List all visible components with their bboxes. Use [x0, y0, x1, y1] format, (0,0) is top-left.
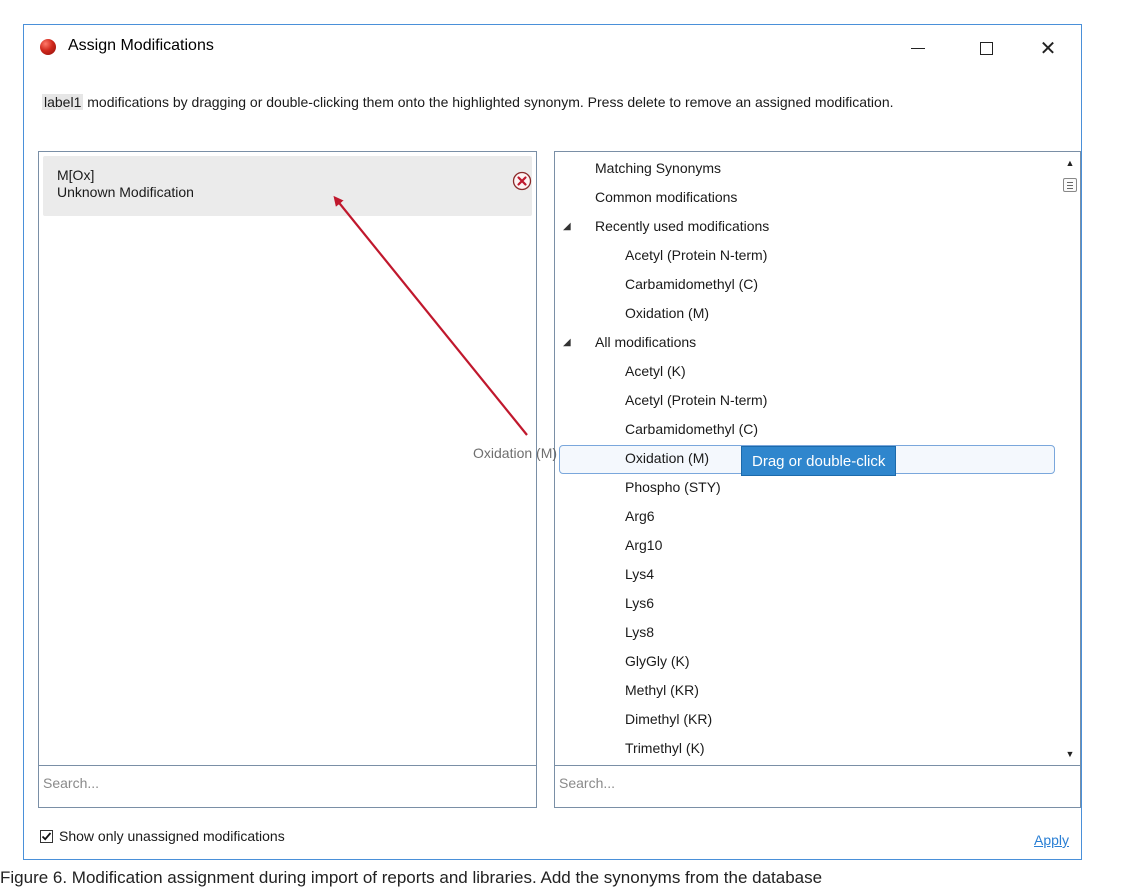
scroll-down-arrow-icon[interactable]: ▼: [1060, 745, 1080, 763]
tree-item[interactable]: Lys6: [625, 589, 654, 618]
tree-item-label: Acetyl (Protein N-term): [625, 392, 768, 408]
tree-item[interactable]: Trimethyl (K): [625, 734, 705, 763]
tree-item-label: Lys8: [625, 624, 655, 640]
expander-triangle-icon[interactable]: ◢: [563, 328, 571, 357]
tree-item[interactable]: ◢ Recently used modifications: [563, 212, 770, 241]
modification-description: Unknown Modification: [57, 184, 194, 200]
tree-item[interactable]: Arg6: [625, 502, 655, 531]
tree-item-label: Trimethyl (K): [625, 740, 705, 756]
tree-item-label: Arg10: [625, 537, 663, 553]
tree-item[interactable]: Dimethyl (KR): [625, 705, 712, 734]
thumb-grip-line: [1067, 185, 1073, 186]
tree-item-label: Matching Synonyms: [595, 160, 722, 176]
maximize-button[interactable]: [962, 25, 1010, 71]
scroll-up-arrow-icon[interactable]: ▲: [1060, 154, 1080, 172]
expander-triangle-icon[interactable]: ◢: [563, 212, 571, 241]
tree-scrollbar[interactable]: ▲ ▼: [1060, 152, 1080, 765]
tree-item[interactable]: Phospho (STY): [625, 473, 721, 502]
modification-name: M[Ox]: [57, 167, 95, 183]
modification-tree-panel: Matching Synonyms Common modifications ◢ Re…: [554, 151, 1081, 808]
close-button[interactable]: ✕: [1024, 25, 1072, 71]
tree-item-label: Carbamidomethyl (C): [625, 276, 759, 292]
tree-item-label: Methyl (KR): [625, 682, 699, 698]
unassigned-modifications-panel: M[Ox] Unknown Modification Search...: [38, 151, 537, 808]
window-title: Assign Modifications: [68, 37, 214, 54]
title-bar: Assign Modifications ✕: [24, 25, 1081, 71]
tree-item[interactable]: Matching Synonyms: [595, 154, 721, 183]
tree-item-label: Arg6: [625, 508, 655, 524]
tree-item[interactable]: Carbamidomethyl (C): [625, 415, 758, 444]
app-record-icon: [40, 39, 56, 55]
tree-item-label: Lys4: [625, 566, 655, 582]
tree-item[interactable]: Acetyl (Protein N-term): [625, 386, 767, 415]
tree-item-label: Recently used modifications: [595, 218, 770, 234]
assign-modifications-window: Assign Modifications ✕ label1 modificati…: [23, 24, 1082, 860]
show-unassigned-option[interactable]: Show only unassigned modifications: [40, 828, 285, 844]
instruction-body: modifications by dragging or double-clic…: [83, 94, 894, 110]
maximize-icon: [979, 41, 993, 55]
modification-card[interactable]: M[Ox] Unknown Modification: [43, 156, 532, 216]
right-search-input[interactable]: Search...: [555, 765, 1080, 807]
instruction-text: label1 modifications by dragging or doub…: [42, 94, 1052, 110]
tree-item-label: Dimethyl (KR): [625, 711, 713, 727]
close-icon: ✕: [1039, 37, 1057, 60]
tree-item-label: All modifications: [595, 334, 697, 350]
instruction-label-chip: label1: [42, 94, 84, 110]
minimize-button[interactable]: [894, 25, 942, 71]
minimize-icon: [911, 47, 925, 49]
tree-item[interactable]: Acetyl (Protein N-term): [625, 241, 767, 270]
tree-item-label: GlyGly (K): [625, 653, 690, 669]
tree-item[interactable]: Lys8: [625, 618, 654, 647]
tree-item[interactable]: Acetyl (K): [625, 357, 686, 386]
tree-item-label: Oxidation (M): [625, 450, 710, 466]
show-unassigned-label: Show only unassigned modifications: [59, 828, 285, 844]
tree-item[interactable]: Methyl (KR): [625, 676, 699, 705]
tree-item-label: Oxidation (M): [625, 305, 710, 321]
tree-item[interactable]: Carbamidomethyl (C): [625, 270, 758, 299]
tree-item[interactable]: Lys4: [625, 560, 654, 589]
drag-ghost-label: Oxidation (M): [473, 445, 558, 461]
thumb-grip-line: [1067, 182, 1073, 183]
tree-item-label: Lys6: [625, 595, 655, 611]
figure-caption: Figure 6. Modification assignment during…: [0, 868, 823, 887]
tree-item[interactable]: Arg10: [625, 531, 662, 560]
checkmark-icon: [41, 831, 52, 841]
tree-item-label: Acetyl (K): [625, 363, 686, 379]
remove-circle-x-icon[interactable]: [511, 170, 533, 192]
tree-item-label: Carbamidomethyl (C): [625, 421, 759, 437]
tree-item[interactable]: GlyGly (K): [625, 647, 690, 676]
left-search-input[interactable]: Search...: [39, 765, 536, 807]
tree-item-label: Phospho (STY): [625, 479, 721, 495]
tree-item-label: Acetyl (Protein N-term): [625, 247, 768, 263]
tree-item[interactable]: Oxidation (M): [625, 444, 709, 473]
tree-item[interactable]: Oxidation (M): [625, 299, 709, 328]
tree-item[interactable]: ◢ All modifications: [563, 328, 697, 357]
apply-link[interactable]: Apply: [1034, 832, 1069, 848]
scroll-thumb[interactable]: [1063, 178, 1077, 192]
tree-item[interactable]: Common modifications: [595, 183, 737, 212]
tree-item-label: Common modifications: [595, 189, 738, 205]
drag-tooltip: Drag or double-click: [741, 446, 897, 476]
thumb-grip-line: [1067, 188, 1073, 189]
show-unassigned-checkbox[interactable]: [40, 829, 53, 843]
